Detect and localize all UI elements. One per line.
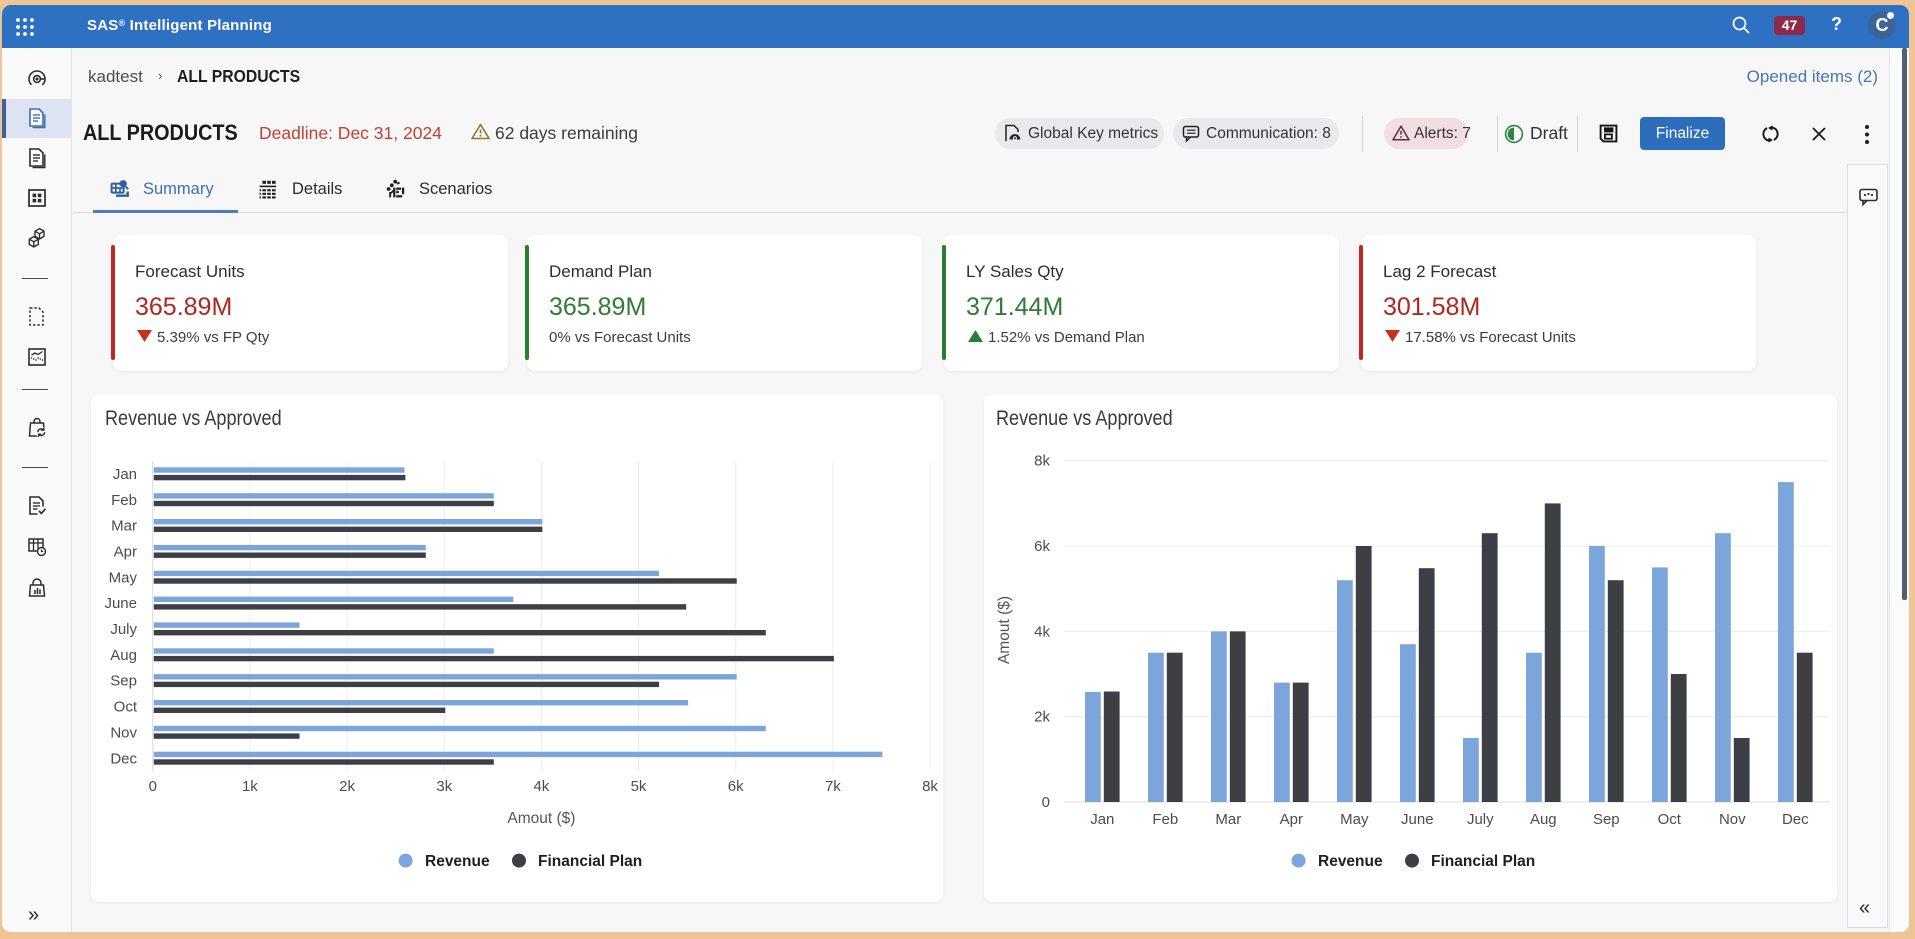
svg-text:8k: 8k: [922, 778, 938, 795]
svg-text:0: 0: [149, 778, 157, 795]
svg-text:Dec: Dec: [110, 750, 137, 767]
svg-text:Revenue: Revenue: [1318, 853, 1383, 870]
svg-text:4k: 4k: [1034, 623, 1050, 640]
svg-text:7k: 7k: [825, 778, 841, 795]
svg-text:July: July: [110, 621, 137, 638]
svg-text:Jan: Jan: [113, 466, 137, 483]
svg-text:Aug: Aug: [1530, 811, 1557, 828]
svg-text:Nov: Nov: [110, 724, 137, 741]
svg-text:Revenue vs Approved: Revenue vs Approved: [105, 407, 282, 431]
svg-text:Jan: Jan: [1090, 811, 1114, 828]
svg-text:Feb: Feb: [1152, 811, 1178, 828]
svg-text:6k: 6k: [1034, 538, 1050, 555]
svg-text:Amout ($): Amout ($): [507, 810, 575, 827]
svg-text:Financial Plan: Financial Plan: [538, 853, 642, 870]
svg-text:Dec: Dec: [1782, 811, 1809, 828]
svg-text:Amout ($): Amout ($): [996, 596, 1013, 664]
svg-text:Mar: Mar: [111, 518, 137, 535]
svg-text:Apr: Apr: [114, 544, 137, 561]
svg-text:Feb: Feb: [111, 492, 137, 509]
svg-text:Sep: Sep: [110, 673, 137, 690]
svg-text:June: June: [104, 595, 137, 612]
svg-text:4k: 4k: [533, 778, 549, 795]
svg-text:Aug: Aug: [110, 647, 137, 664]
svg-text:Oct: Oct: [1658, 811, 1682, 828]
svg-text:Revenue: Revenue: [425, 853, 490, 870]
svg-text:Apr: Apr: [1280, 811, 1303, 828]
svg-text:1k: 1k: [242, 778, 258, 795]
svg-text:5k: 5k: [631, 778, 647, 795]
svg-text:0: 0: [1042, 794, 1050, 811]
svg-text:6k: 6k: [728, 778, 744, 795]
svg-text:Nov: Nov: [1719, 811, 1746, 828]
svg-text:8k: 8k: [1034, 453, 1050, 470]
svg-text:Mar: Mar: [1215, 811, 1241, 828]
svg-text:Revenue vs Approved: Revenue vs Approved: [996, 407, 1173, 431]
svg-text:May: May: [109, 569, 138, 586]
svg-text:June: June: [1401, 811, 1434, 828]
svg-text:Oct: Oct: [114, 699, 138, 716]
svg-text:Sep: Sep: [1593, 811, 1620, 828]
svg-text:July: July: [1467, 811, 1494, 828]
svg-text:Financial Plan: Financial Plan: [1431, 853, 1535, 870]
svg-text:2k: 2k: [1034, 709, 1050, 726]
svg-text:3k: 3k: [436, 778, 452, 795]
svg-text:May: May: [1340, 811, 1369, 828]
svg-text:2k: 2k: [339, 778, 355, 795]
